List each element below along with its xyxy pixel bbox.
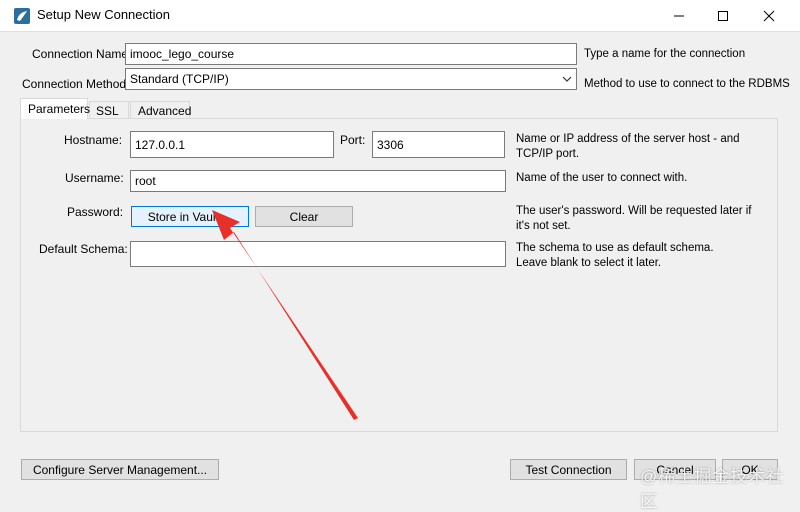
watermark: @稀土掘金技术社区 <box>640 467 785 511</box>
test-connection-button[interactable]: Test Connection <box>510 459 627 480</box>
configure-server-management-button[interactable]: Configure Server Management... <box>21 459 219 480</box>
annotation-arrow <box>212 210 358 420</box>
tab-parameters[interactable]: Parameters <box>20 98 90 119</box>
